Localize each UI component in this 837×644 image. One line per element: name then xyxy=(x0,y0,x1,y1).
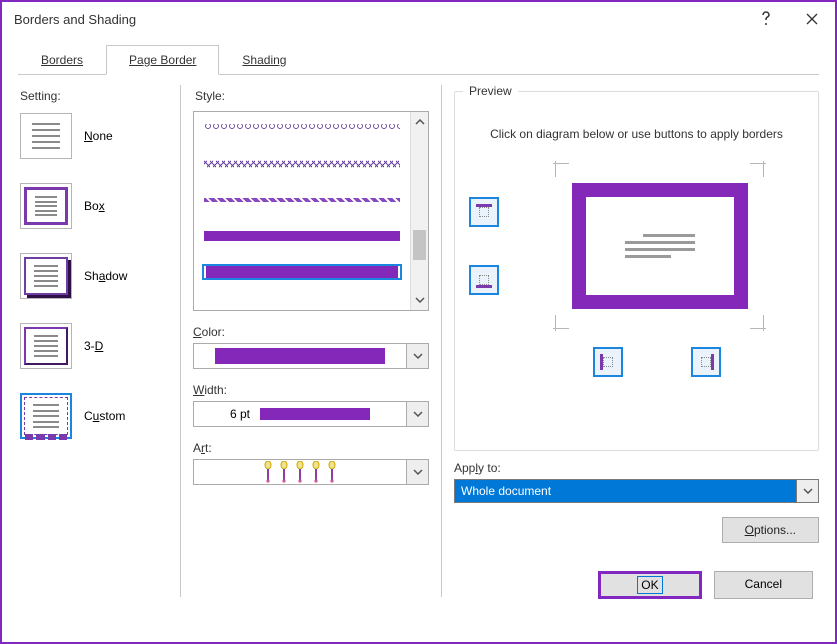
dialog-body: Setting: None Box xyxy=(18,81,819,597)
chevron-down-icon xyxy=(415,297,425,303)
preview-group: Preview Click on diagram below or use bu… xyxy=(454,91,819,451)
scroll-thumb[interactable] xyxy=(413,230,426,260)
color-arrow[interactable] xyxy=(406,344,428,368)
dialog-content: Borders Page Border Shading Setting: Non… xyxy=(2,36,835,613)
window-title: Borders and Shading xyxy=(14,12,743,27)
art-item-icon xyxy=(278,461,290,483)
thumb-custom xyxy=(20,393,72,439)
art-item-icon xyxy=(310,461,322,483)
style-label: Style: xyxy=(195,89,429,103)
cancel-button[interactable]: Cancel xyxy=(714,571,813,599)
border-bottom-icon xyxy=(476,272,492,288)
close-icon xyxy=(806,13,818,25)
close-button[interactable] xyxy=(789,2,835,36)
border-left-icon xyxy=(600,354,616,370)
setting-label: Setting: xyxy=(20,89,168,103)
style-scrollbar[interactable] xyxy=(410,112,428,310)
color-dropdown[interactable] xyxy=(193,343,429,369)
border-bottom-button[interactable] xyxy=(469,265,499,295)
chevron-down-icon xyxy=(413,353,423,359)
art-dropdown[interactable] xyxy=(193,459,429,485)
art-item-icon xyxy=(326,461,338,483)
dialog-borders-shading: Borders and Shading Borders Page Border … xyxy=(0,0,837,644)
width-arrow[interactable] xyxy=(406,402,428,426)
help-icon xyxy=(760,11,772,27)
thumb-none xyxy=(20,113,72,159)
tab-page-border[interactable]: Page Border xyxy=(106,45,219,75)
art-label: Art: xyxy=(193,441,429,455)
setting-none[interactable]: None xyxy=(20,113,168,159)
style-items xyxy=(194,112,410,310)
scroll-down-button[interactable] xyxy=(411,290,428,310)
setting-3d[interactable]: 3-D xyxy=(20,323,168,369)
width-dropdown[interactable]: 6 pt xyxy=(193,401,429,427)
apply-to-value: Whole document xyxy=(455,480,796,502)
options-row: Options... xyxy=(454,517,819,543)
scroll-track[interactable] xyxy=(411,132,428,290)
setting-column: Setting: None Box xyxy=(18,85,168,597)
border-right-icon xyxy=(698,354,714,370)
tab-borders[interactable]: Borders xyxy=(18,45,106,75)
thumb-3d xyxy=(20,323,72,369)
setting-custom[interactable]: Custom xyxy=(20,393,168,439)
preview-hint: Click on diagram below or use buttons to… xyxy=(483,126,790,143)
ok-button[interactable]: OK xyxy=(598,571,701,599)
tab-strip: Borders Page Border Shading xyxy=(18,44,819,75)
apply-to-row: Apply to: Whole document xyxy=(454,461,819,503)
chevron-down-icon xyxy=(803,488,813,494)
footer-buttons: OK Cancel xyxy=(598,571,813,599)
chevron-down-icon xyxy=(413,411,423,417)
style-item-solid-thick[interactable] xyxy=(202,264,402,280)
thumb-shadow xyxy=(20,253,72,299)
apply-to-label: Apply to: xyxy=(454,461,819,475)
separator-1 xyxy=(180,85,181,597)
width-value: 6 pt xyxy=(230,407,250,421)
scroll-up-button[interactable] xyxy=(411,112,428,132)
width-label: Width: xyxy=(193,383,429,397)
titlebar: Borders and Shading xyxy=(2,2,835,36)
color-swatch xyxy=(215,348,385,364)
color-label: Color: xyxy=(193,325,429,339)
chevron-down-icon xyxy=(413,469,423,475)
style-item-solid-thin[interactable] xyxy=(202,228,402,244)
preview-page-inner xyxy=(586,197,734,295)
art-sample xyxy=(262,461,338,483)
style-item-wavy[interactable] xyxy=(202,120,402,136)
preview-column: Preview Click on diagram below or use bu… xyxy=(454,85,819,597)
preview-mid xyxy=(463,161,810,331)
art-arrow[interactable] xyxy=(406,460,428,484)
preview-page xyxy=(572,183,748,309)
style-listbox[interactable] xyxy=(193,111,429,311)
separator-2 xyxy=(441,85,442,597)
style-item-zigzag[interactable] xyxy=(202,156,402,172)
border-right-button[interactable] xyxy=(691,347,721,377)
border-top-button[interactable] xyxy=(469,197,499,227)
options-button[interactable]: Options... xyxy=(722,517,819,543)
edge-buttons-horizontal xyxy=(503,347,810,377)
preview-diagram[interactable] xyxy=(509,161,810,331)
thumb-box xyxy=(20,183,72,229)
apply-to-arrow[interactable] xyxy=(796,480,818,502)
preview-label: Preview xyxy=(463,84,518,98)
window-buttons xyxy=(743,2,835,36)
help-button[interactable] xyxy=(743,2,789,36)
edge-buttons-vertical xyxy=(469,197,499,295)
preview-text-lines xyxy=(625,230,695,262)
tab-shading[interactable]: Shading xyxy=(219,45,309,75)
chevron-up-icon xyxy=(415,119,425,125)
border-left-button[interactable] xyxy=(593,347,623,377)
setting-shadow[interactable]: Shadow xyxy=(20,253,168,299)
width-swatch xyxy=(260,408,370,420)
setting-box[interactable]: Box xyxy=(20,183,168,229)
border-top-icon xyxy=(476,204,492,220)
art-item-icon xyxy=(262,461,274,483)
apply-to-dropdown[interactable]: Whole document xyxy=(454,479,819,503)
style-item-dashed[interactable] xyxy=(202,192,402,208)
style-column: Style: xyxy=(193,85,429,597)
art-item-icon xyxy=(294,461,306,483)
color-value xyxy=(194,344,406,368)
